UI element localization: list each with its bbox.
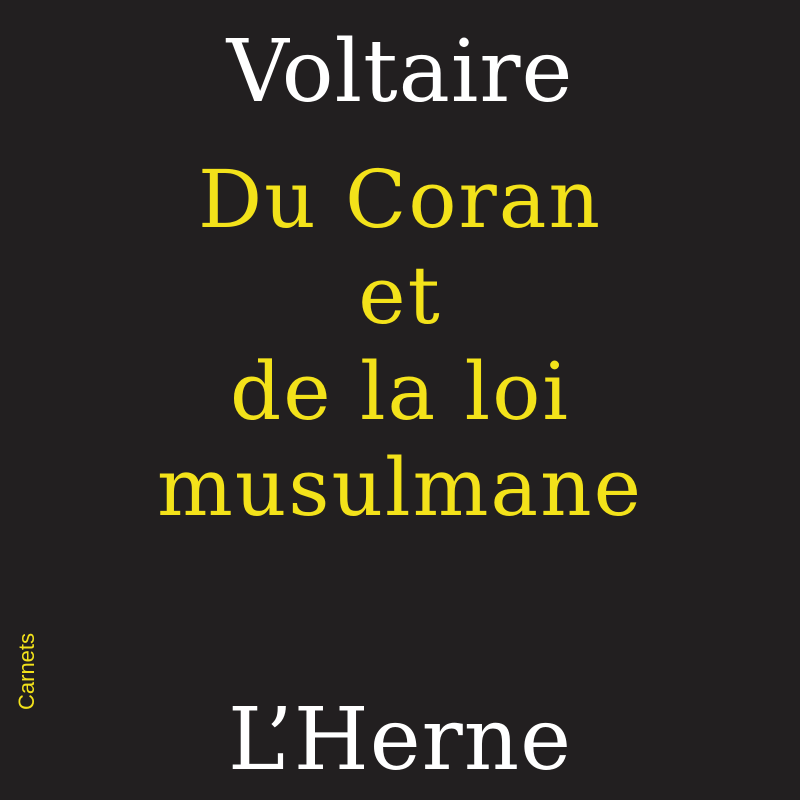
publisher-name: L’Herne (227, 690, 573, 790)
title-line: de la loi (229, 345, 571, 438)
title-line: Du Coran (198, 153, 602, 246)
book-title: Du Coran et de la loi musulmane (0, 152, 800, 536)
author-name: Voltaire (226, 22, 574, 122)
title-line: musulmane (157, 441, 643, 534)
book-cover: Voltaire Du Coran et de la loi musulmane… (0, 0, 800, 800)
title-line: et (358, 249, 442, 342)
